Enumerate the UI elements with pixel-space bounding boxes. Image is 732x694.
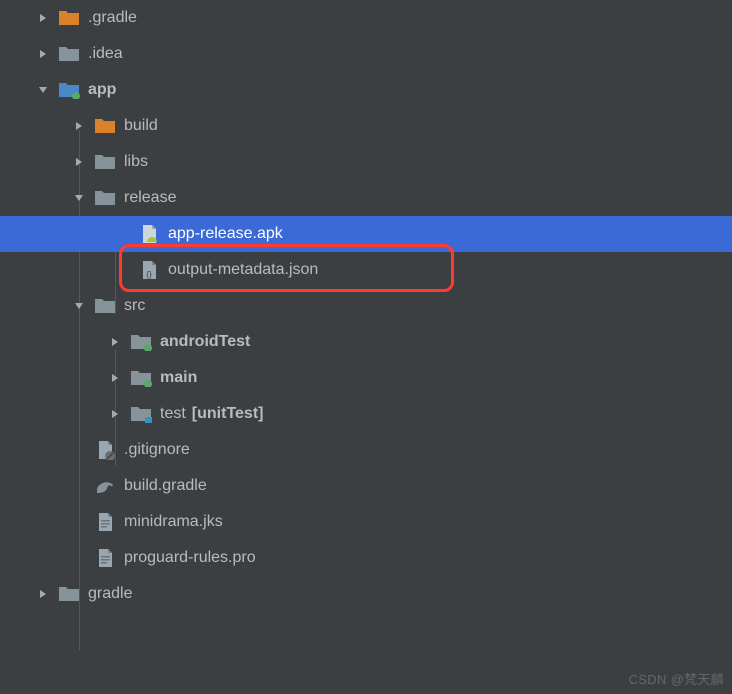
tree-label: minidrama.jks (124, 504, 223, 540)
module-folder-icon (58, 79, 80, 101)
tree-label: output-metadata.json (168, 252, 318, 288)
chevron-down-icon (72, 191, 86, 205)
gitignore-file-icon (94, 439, 116, 461)
tree-item-build-gradle[interactable]: build.gradle (0, 468, 732, 504)
chevron-right-icon (36, 47, 50, 61)
folder-icon (58, 7, 80, 29)
tree-item-gitignore[interactable]: .gitignore (0, 432, 732, 468)
chevron-right-icon (36, 11, 50, 25)
tree-item-main[interactable]: main (0, 360, 732, 396)
json-file-icon: {} (138, 259, 160, 281)
file-icon (94, 547, 116, 569)
chevron-right-icon (108, 371, 122, 385)
tree-item-minidrama-jks[interactable]: minidrama.jks (0, 504, 732, 540)
chevron-right-icon (72, 155, 86, 169)
tree-label: proguard-rules.pro (124, 540, 256, 576)
tree-item-src[interactable]: src (0, 288, 732, 324)
tree-label: app-release.apk (168, 216, 283, 252)
tree-label: androidTest (160, 324, 250, 360)
tree-item-app-release-apk[interactable]: app-release.apk (0, 216, 732, 252)
tree-item-dot-gradle[interactable]: .gradle (0, 0, 732, 36)
folder-icon (94, 187, 116, 209)
gradle-file-icon (94, 475, 116, 497)
tree-item-proguard[interactable]: proguard-rules.pro (0, 540, 732, 576)
folder-icon (94, 295, 116, 317)
source-folder-icon (130, 367, 152, 389)
tree-item-test[interactable]: test [unitTest] (0, 396, 732, 432)
tree-label: build.gradle (124, 468, 207, 504)
chevron-right-icon (36, 587, 50, 601)
tree-label: release (124, 180, 176, 216)
file-icon (94, 511, 116, 533)
tree-item-output-metadata[interactable]: {} output-metadata.json (0, 252, 732, 288)
test-folder-icon (130, 403, 152, 425)
tree-label: test (160, 396, 186, 432)
tree-label: build (124, 108, 158, 144)
tree-label: .gradle (88, 0, 137, 36)
tree-item-build[interactable]: build (0, 108, 732, 144)
test-folder-icon (130, 331, 152, 353)
tree-hint: [unitTest] (192, 396, 264, 432)
tree-label: .idea (88, 36, 123, 72)
tree-label: libs (124, 144, 148, 180)
chevron-down-icon (36, 83, 50, 97)
chevron-down-icon (72, 299, 86, 313)
folder-icon (58, 43, 80, 65)
tree-item-app[interactable]: app (0, 72, 732, 108)
folder-icon (58, 583, 80, 605)
tree-item-idea[interactable]: .idea (0, 36, 732, 72)
watermark: CSDN @梵天麟 (629, 669, 724, 688)
svg-text:{}: {} (146, 270, 152, 279)
tree-item-android-test[interactable]: androidTest (0, 324, 732, 360)
tree-label: .gitignore (124, 432, 190, 468)
chevron-right-icon (72, 119, 86, 133)
folder-icon (94, 115, 116, 137)
apk-file-icon (138, 223, 160, 245)
chevron-right-icon (108, 335, 122, 349)
tree-label: main (160, 360, 197, 396)
chevron-right-icon (108, 407, 122, 421)
tree-label: app (88, 72, 116, 108)
tree-item-libs[interactable]: libs (0, 144, 732, 180)
tree-item-gradle[interactable]: gradle (0, 576, 732, 612)
tree-label: gradle (88, 576, 132, 612)
folder-icon (94, 151, 116, 173)
tree-label: src (124, 288, 145, 324)
tree-item-release[interactable]: release (0, 180, 732, 216)
